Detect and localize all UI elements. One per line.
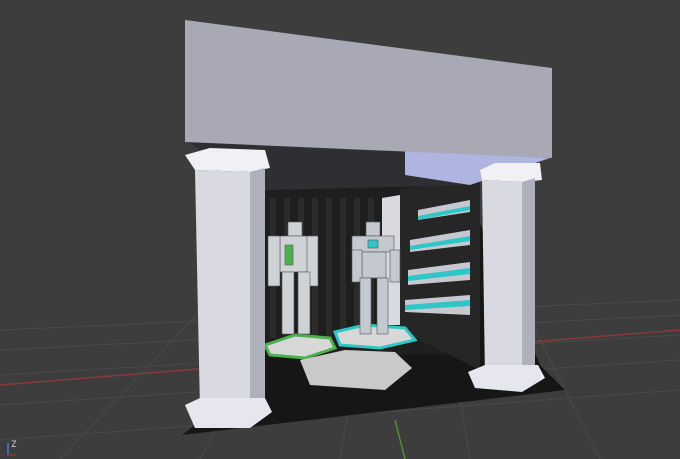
- scene-canvas[interactable]: [0, 0, 680, 459]
- ceiling-beam[interactable]: [185, 20, 552, 158]
- axis-gizmo-z-label: Z: [11, 440, 17, 450]
- y-axis-line: [394, 419, 406, 459]
- 3d-viewport[interactable]: Z: [0, 0, 680, 459]
- left-pillar[interactable]: [185, 148, 272, 428]
